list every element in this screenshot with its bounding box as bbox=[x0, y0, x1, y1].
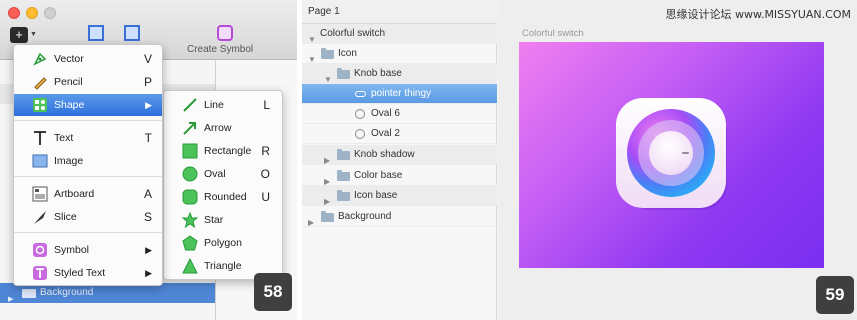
submenu-arrow-icon: ▶ bbox=[145, 268, 152, 278]
rounded-rectangle-icon bbox=[182, 189, 198, 205]
menu-item-text[interactable]: Text T bbox=[14, 127, 162, 149]
polygon-icon bbox=[182, 235, 198, 251]
disclosure-triangle-icon[interactable]: ▶ bbox=[308, 213, 314, 233]
right-screenshot: Page 1 ▼ Colorful switch ▼ Icon ▼ Knob b… bbox=[302, 0, 857, 320]
submenu-item-rounded[interactable]: Rounded U bbox=[164, 186, 282, 208]
shape-submenu: Line L Arrow Rectangle R Oval O Rounded … bbox=[163, 90, 283, 280]
slice-knife-icon bbox=[34, 211, 46, 224]
submenu-item-oval[interactable]: Oval O bbox=[164, 163, 282, 185]
step-number-badge: 59 bbox=[816, 276, 854, 314]
folder-icon bbox=[321, 48, 334, 59]
pencil-icon bbox=[34, 77, 47, 90]
insert-menu: Vector V Pencil P Shape ▶ Text T Image A… bbox=[13, 44, 163, 286]
folder-icon bbox=[337, 190, 350, 201]
submenu-item-star[interactable]: Star bbox=[164, 209, 282, 231]
page-selector[interactable]: Page 1 bbox=[302, 0, 497, 24]
layer-row-background[interactable]: ▶ Background bbox=[302, 207, 497, 227]
layer-row-pointer-thingy[interactable]: pointer thingy bbox=[302, 84, 497, 104]
folder-icon bbox=[337, 170, 350, 181]
artboard-colorful-switch[interactable] bbox=[519, 42, 824, 268]
submenu-arrow-icon: ▶ bbox=[145, 245, 152, 255]
layer-row-color-base[interactable]: ▶ Color base bbox=[302, 166, 497, 186]
menu-item-artboard[interactable]: Artboard A bbox=[14, 183, 162, 205]
minimize-window-button[interactable] bbox=[26, 7, 38, 19]
watermark-text: 思缘设计论坛 www.MISSYUAN.COM bbox=[665, 8, 851, 21]
layer-row-icon-base[interactable]: ▶ Icon base bbox=[302, 186, 497, 206]
step-number-badge: 58 bbox=[254, 273, 292, 311]
layer-row-knob-shadow[interactable]: ▶ Knob shadow bbox=[302, 145, 497, 165]
star-icon bbox=[182, 212, 198, 228]
menu-item-image[interactable]: Image bbox=[14, 150, 162, 172]
folder-icon bbox=[321, 211, 334, 222]
folder-icon bbox=[337, 68, 350, 79]
submenu-item-polygon[interactable]: Polygon bbox=[164, 232, 282, 254]
submenu-item-rectangle[interactable]: Rectangle R bbox=[164, 140, 282, 162]
image-icon bbox=[32, 154, 48, 168]
layer-row-background[interactable]: ▶ Background bbox=[0, 283, 215, 303]
arrow-icon bbox=[183, 122, 196, 135]
menu-item-styled-text[interactable]: Styled Text ▶ bbox=[14, 262, 162, 284]
line-icon bbox=[183, 98, 197, 112]
layer-row-knob-base[interactable]: ▼ Knob base bbox=[302, 64, 497, 84]
menu-item-pencil[interactable]: Pencil P bbox=[14, 71, 162, 93]
artboard-title: Colorful switch bbox=[522, 28, 584, 39]
artboard-icon bbox=[32, 186, 48, 202]
layers-panel: Page 1 ▼ Colorful switch ▼ Icon ▼ Knob b… bbox=[302, 0, 497, 320]
menu-separator bbox=[14, 232, 162, 233]
colorful-switch-icon[interactable] bbox=[519, 42, 824, 268]
zoom-window-button[interactable] bbox=[44, 7, 56, 19]
oval-shape-icon bbox=[355, 129, 365, 139]
ungroup-icon[interactable] bbox=[124, 25, 140, 41]
menu-item-slice[interactable]: Slice S bbox=[14, 206, 162, 228]
menu-item-shape[interactable]: Shape ▶ bbox=[14, 94, 162, 116]
rounded-rect-shape-icon bbox=[355, 91, 366, 97]
vector-pen-icon bbox=[33, 52, 47, 66]
layer-row-colorful-switch[interactable]: ▼ Colorful switch bbox=[302, 24, 497, 44]
layer-row-oval-2[interactable]: Oval 2 bbox=[302, 124, 497, 144]
layer-row-icon[interactable]: ▼ Icon bbox=[302, 44, 497, 64]
menu-item-vector[interactable]: Vector V bbox=[14, 48, 162, 70]
submenu-arrow-icon: ▶ bbox=[145, 100, 152, 110]
folder-icon bbox=[337, 149, 350, 160]
styled-text-icon bbox=[33, 266, 47, 280]
shape-icon bbox=[33, 98, 47, 112]
group-icon[interactable] bbox=[88, 25, 104, 41]
chevron-down-icon: ▼ bbox=[30, 31, 37, 38]
create-symbol-icon[interactable] bbox=[217, 25, 233, 41]
disclosure-triangle-icon[interactable]: ▶ bbox=[8, 290, 13, 310]
submenu-item-line[interactable]: Line L bbox=[164, 94, 282, 116]
triangle-icon bbox=[182, 258, 198, 274]
symbol-icon bbox=[33, 243, 47, 257]
menu-separator bbox=[14, 120, 162, 121]
folder-icon bbox=[22, 289, 36, 298]
text-icon bbox=[34, 131, 46, 145]
layer-row-oval-6[interactable]: Oval 6 bbox=[302, 104, 497, 124]
left-screenshot: + ▼ Create Symbol ▶ Background Vector V … bbox=[0, 0, 297, 320]
menu-separator bbox=[14, 176, 162, 177]
rectangle-icon bbox=[182, 143, 198, 159]
close-window-button[interactable] bbox=[8, 7, 20, 19]
create-symbol-label[interactable]: Create Symbol bbox=[187, 44, 253, 55]
submenu-item-arrow[interactable]: Arrow bbox=[164, 117, 282, 139]
oval-shape-icon bbox=[355, 109, 365, 119]
layer-label: Background bbox=[40, 287, 94, 298]
oval-icon bbox=[182, 166, 198, 182]
menu-item-symbol[interactable]: Symbol ▶ bbox=[14, 239, 162, 261]
insert-button[interactable]: + bbox=[10, 27, 28, 43]
